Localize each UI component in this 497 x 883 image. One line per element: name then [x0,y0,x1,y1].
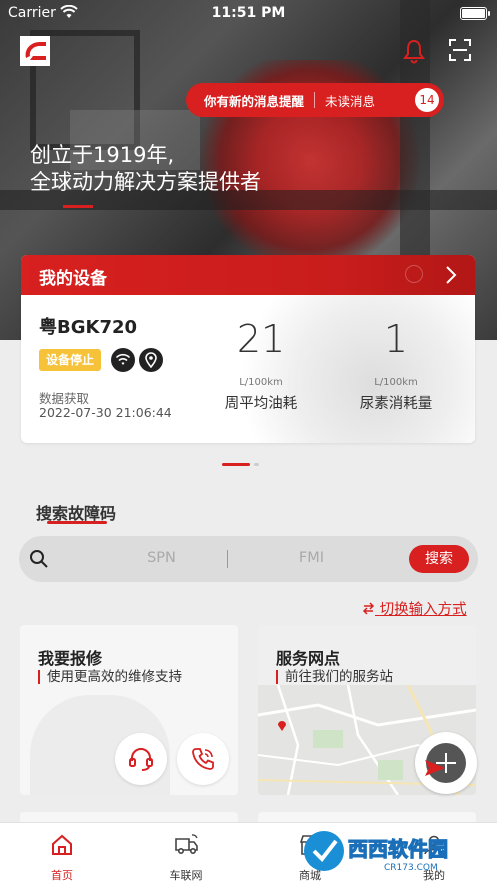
card-title: 我要报修 [38,649,103,668]
watermark-icon [405,265,423,283]
search-button[interactable]: 搜索 [409,545,469,573]
status-bar: Carrier 11:51 PM [0,0,497,26]
chevron-right-icon[interactable] [445,265,457,285]
fault-code-search-bar[interactable]: SPN FMI 搜索 [19,536,478,582]
device-card-header[interactable]: 我的设备 [21,255,475,295]
hero-slogan: 创立于1919年, 全球动力解决方案提供者 [30,142,261,196]
bell-icon[interactable] [402,38,426,64]
metric-urea: 1 L/100km 尿素消耗量 [346,319,446,413]
metric-label: 尿素消耗量 [359,396,433,412]
slogan-line-1: 创立于1919年, [30,143,175,167]
section-underline [47,521,107,524]
fmi-input[interactable]: FMI [249,550,374,566]
card-subtitle: 前往我们的服务站 [276,670,393,684]
home-icon [52,834,72,855]
tab-label: 车联网 [169,869,203,882]
cummins-logo-icon[interactable] [16,32,54,70]
metric-value: 1 [383,317,409,361]
phone-icon [192,748,214,770]
headset-icon [129,748,153,771]
vehicle-plate: 粤BGK720 [39,317,138,338]
site-watermark-logo: 西西软件园 CR173.COM [304,831,449,873]
slogan-line-2: 全球动力解决方案提供者 [30,170,261,194]
search-icon [30,550,48,568]
card-subtitle: 使用更高效的维修支持 [38,670,182,684]
swap-icon [362,602,375,615]
data-fetch-time: 2022-07-30 21:06:44 [39,405,172,420]
my-device-card[interactable]: 我的设备 粤BGK720 设备停止 数据获取 2022-07-30 21:06:… [21,255,475,443]
unread-label: 未读消息 [325,93,376,109]
metric-unit: L/100km [374,377,418,388]
repair-card[interactable]: 我要报修 使用更高效的维修支持 [20,625,238,795]
phone-call-button[interactable] [177,733,229,785]
scan-icon[interactable] [448,38,472,62]
floating-add-button[interactable] [415,732,477,794]
watermark-url: CR173.COM [384,863,438,873]
unread-count-badge: 14 [415,88,439,112]
spn-input[interactable]: SPN [79,550,244,566]
device-status-badge: 设备停止 [39,349,102,371]
watermark-text: 西西软件园 [348,837,448,861]
message-notice-pill[interactable]: 你有新的消息提醒 未读消息 14 [186,83,444,117]
battery-icon [460,7,490,20]
metric-value: 21 [236,317,286,361]
customer-service-button[interactable] [115,733,167,785]
notice-text: 你有新的消息提醒 [204,93,305,109]
card-title: 服务网点 [276,649,341,668]
signal-icon[interactable] [111,348,135,372]
device-card-title: 我的设备 [39,269,107,289]
truck-icon [175,834,198,855]
metric-fuel: 21 L/100km 周平均油耗 [211,319,311,413]
search-divider [227,550,228,568]
location-pin-icon[interactable] [139,348,163,372]
notice-divider [314,92,316,108]
tab-home[interactable]: 首页 [0,823,124,883]
device-page-indicator-dot [254,463,259,466]
switch-input-mode-link[interactable]: 切换输入方式 [362,598,467,619]
tab-telematics[interactable]: 车联网 [124,823,248,883]
metric-unit: L/100km [239,377,283,388]
metric-label: 周平均油耗 [224,396,298,412]
hero-page-indicator [63,205,93,208]
status-time: 11:51 PM [211,5,286,21]
device-page-indicator [222,463,250,466]
tab-label: 首页 [51,869,73,882]
switch-input-mode-label: 切换输入方式 [379,602,467,618]
send-icon [425,760,445,776]
